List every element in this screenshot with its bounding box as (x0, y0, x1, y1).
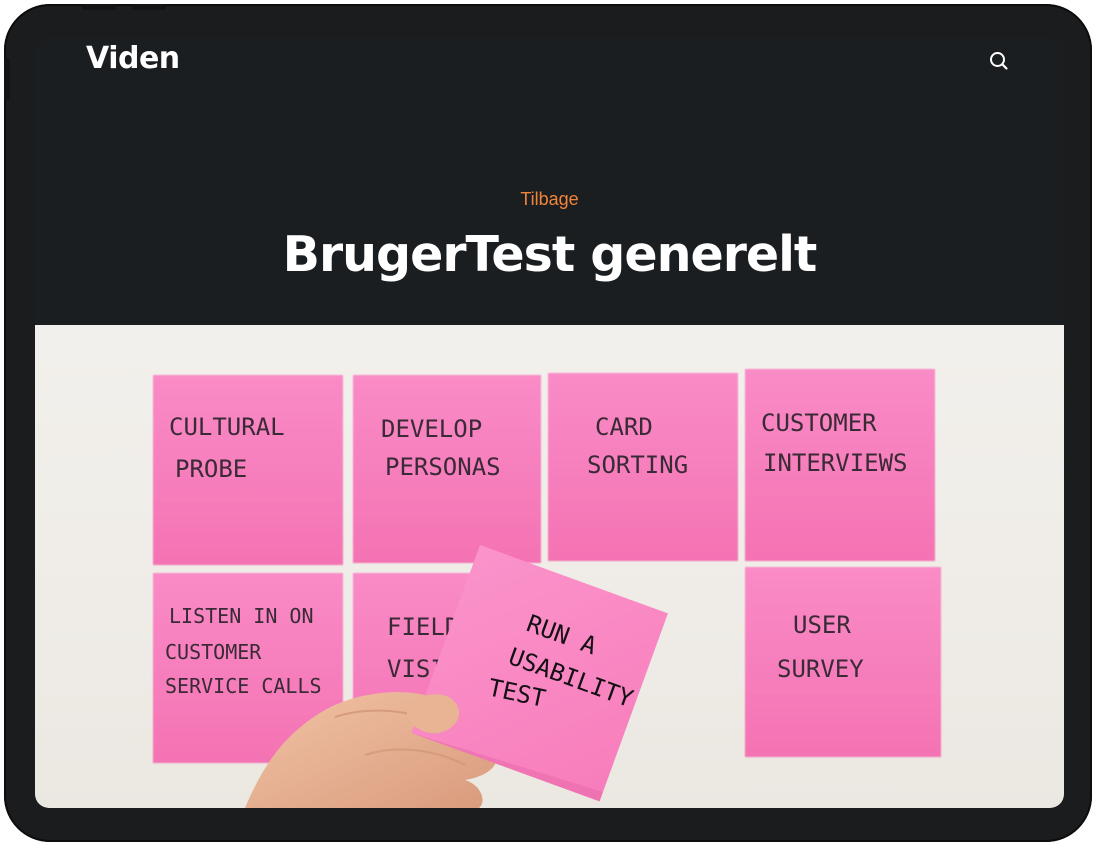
note-text: SERVICE CALLS (165, 674, 322, 698)
page-header: Viden Tilbage BrugerTest generelt (35, 37, 1064, 325)
back-link[interactable]: Tilbage (35, 189, 1064, 210)
note-text: SORTING (587, 451, 688, 479)
note-text: CUSTOMER (165, 640, 262, 664)
site-logo[interactable]: Viden (86, 41, 180, 76)
page-title: BrugerTest generelt (282, 226, 818, 283)
note-text: PROBE (175, 455, 247, 483)
note-text: USER (793, 611, 851, 639)
side-button (4, 58, 10, 100)
search-button[interactable] (987, 49, 1011, 73)
hero-image: CULTURAL PROBE DEVELOP PERSONAS CARD SOR… (35, 325, 1064, 808)
note-text: LISTEN IN ON (169, 604, 314, 628)
top-button-1 (82, 4, 116, 10)
top-button-2 (132, 4, 166, 10)
search-icon (990, 52, 1008, 70)
note-text: CULTURAL (169, 413, 285, 441)
note-text: PERSONAS (385, 453, 501, 481)
note-text: CUSTOMER (761, 409, 877, 437)
note-text: CARD (595, 413, 653, 441)
screen: Viden Tilbage BrugerTest generelt CULTUR… (35, 37, 1064, 808)
sticky-notes-photo: CULTURAL PROBE DEVELOP PERSONAS CARD SOR… (153, 369, 941, 808)
note-text: SURVEY (777, 655, 864, 683)
note-text: INTERVIEWS (763, 449, 908, 477)
note-text: DEVELOP (381, 415, 482, 443)
